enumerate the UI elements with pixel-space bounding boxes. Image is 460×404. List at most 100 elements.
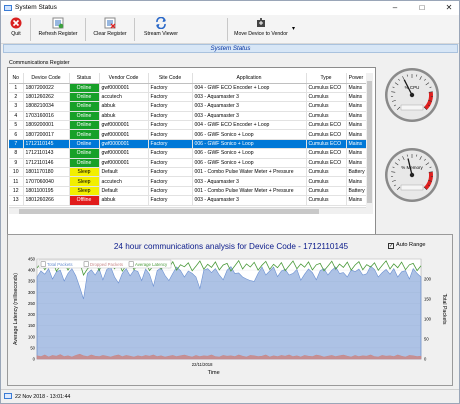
stream-viewer-button[interactable]: Stream Viewer (139, 16, 183, 43)
table-cell-device: 1801170180 (23, 167, 70, 178)
table-cell-device: 1807200022 (23, 83, 70, 93)
y-tick-label-left: 200 (28, 312, 36, 317)
register-body: 1 1807200022 Online gwf0000001 Factory 004 - … (9, 83, 367, 206)
column-header-vendor-code[interactable]: Vendor Code (99, 73, 149, 84)
table-cell-vendor: accutech (99, 176, 149, 187)
toolbar-separator (227, 18, 228, 41)
legend-checkbox[interactable] (40, 261, 46, 267)
table-cell-device: 1703160016 (23, 111, 70, 122)
table-cell-vendor: gwf0000001 (99, 120, 149, 131)
scroll-thumb[interactable] (367, 81, 372, 203)
move-device-icon (257, 18, 265, 27)
quit-button[interactable]: Quit (7, 16, 25, 43)
table-row[interactable]: 8 1712110143 Online gwf0000001 Factory 006 - … (9, 148, 367, 159)
column-header-status[interactable]: Status (69, 73, 100, 84)
table-row[interactable]: 9 1712110146 Online gwf0000001 Factory 006 - … (9, 158, 367, 169)
vertical-scrollbar[interactable] (366, 73, 373, 214)
status-badge: Online (69, 120, 100, 131)
column-header-device-code[interactable]: Device Code (23, 73, 70, 84)
table-row[interactable]: 5 1809200001 Online gwf0000001 Factory 004 - … (9, 120, 367, 131)
move-device-button[interactable]: Move Device to Vendor (230, 16, 292, 43)
table-row[interactable]: 7 1712110145 Online gwf0000001 Factory 006 - … (9, 139, 367, 150)
table-row[interactable]: 4 1703160016 Online abbuk Factory 003 - Aquam… (9, 111, 367, 122)
table-cell-app: 003 - Aquamaster 3 (192, 111, 307, 122)
stream-viewer-label: Stream Viewer (144, 31, 178, 37)
toolbar-separator (134, 18, 135, 41)
table-cell-type: Cumulus ECO (306, 129, 347, 140)
communications-chart: 0 50 100 150 200 250 300 350 400 450 0 50 100 150 200 T… (13, 257, 447, 377)
legend-item: Average Latency (135, 262, 168, 267)
table-cell-vendor: gwf0000001 (99, 148, 149, 159)
y-tick-label-left: 0 (33, 357, 36, 362)
table-cell-device: 1808210034 (23, 101, 70, 112)
table-cell-no: 12 (9, 186, 24, 197)
title-bar: System Status – □ ✕ (1, 1, 459, 15)
table-row[interactable]: 2 1801260262 Online accutech Factory 003 - Aq… (9, 92, 367, 103)
table-cell-type: Cumulus (306, 186, 347, 197)
table-row[interactable]: 3 1808210034 Online abbuk Factory 003 - Aquam… (9, 101, 367, 112)
table-cell-no: 9 (9, 158, 24, 169)
clear-register-button[interactable]: Clear Register (89, 16, 131, 43)
table-row[interactable]: 13 1801260266 Offline abbuk Factory 003 - Aqu… (9, 195, 367, 206)
table-cell-no: 4 (9, 111, 24, 122)
clear-icon (104, 17, 116, 29)
refresh-register-button[interactable]: Refresh Register (34, 16, 82, 43)
status-icon (4, 393, 12, 399)
main-window: System Status – □ ✕ Quit Refresh Registe… (0, 0, 460, 404)
table-cell-app: 004 - GWF ECO Encoder + Loop (192, 83, 307, 93)
table-cell-device: 1807200017 (23, 129, 70, 140)
table-cell-app: 003 - Aquamaster 3 (192, 101, 307, 112)
table-cell-vendor: gwf0000001 (99, 83, 149, 93)
register-label: Communications Register (9, 60, 70, 66)
minimize-button[interactable]: – (386, 1, 404, 15)
legend-item: Total Packets (47, 262, 73, 267)
maximize-button[interactable]: □ (413, 1, 431, 15)
legend-checkbox[interactable] (83, 261, 89, 267)
y-tick-label-left: 250 (28, 301, 36, 306)
table-cell-app: 001 - Combo Pulse Water Meter + Pressure (192, 186, 307, 197)
horizontal-scrollbar[interactable] (9, 207, 366, 214)
move-device-dropdown-icon[interactable]: ▾ (292, 25, 295, 32)
table-cell-vendor: accutech (99, 92, 149, 103)
table-cell-no: 5 (9, 120, 24, 131)
status-badge: Offline (69, 195, 100, 206)
column-header-no[interactable]: No (9, 73, 24, 84)
column-header-power[interactable]: Power (346, 73, 367, 84)
y-tick-label-right: 100 (424, 317, 432, 322)
status-bar: 22 Nov 2018 - 13:01:44 (1, 389, 459, 403)
column-header-type[interactable]: Type (306, 73, 347, 84)
series-area-0 (36, 265, 422, 360)
gauge-readout (400, 184, 424, 191)
close-window-button[interactable]: ✕ (440, 1, 458, 15)
table-cell-no: 8 (9, 148, 24, 159)
legend-item: Dropped Packets (90, 262, 123, 267)
table-row[interactable]: 1 1807200022 Online gwf0000001 Factory 004 - … (9, 83, 367, 93)
column-header-application[interactable]: Application (192, 73, 307, 84)
scroll-thumb[interactable] (19, 209, 319, 214)
auto-range-check-icon[interactable]: ✓ (388, 243, 394, 249)
column-header-site-code[interactable]: Site Code (148, 73, 193, 84)
table-cell-no: 1 (9, 83, 24, 93)
y-tick-label-right: 50 (424, 337, 429, 342)
gauge-label: % Memory (401, 165, 423, 170)
table-cell-app: 001 - Combo Pulse Water Meter + Pressure (192, 167, 307, 178)
refresh-register-label: Refresh Register (38, 31, 78, 37)
table-cell-device: 1712110145 (23, 139, 70, 150)
table-cell-type: Cumulus ECO (306, 148, 347, 159)
legend-checkbox[interactable] (128, 261, 134, 267)
table-cell-app: 003 - Aquamaster 3 (192, 176, 307, 187)
table-cell-device: 1809200001 (23, 120, 70, 131)
table-cell-app: 006 - GWF Sonico + Loop (192, 158, 307, 169)
table-row[interactable]: 12 1801100195 Sleep Default Factory 001 - Com… (9, 186, 367, 197)
table-cell-site: Factory (148, 111, 193, 122)
table-row[interactable]: 6 1807200017 Online gwf0000001 Factory 006 - … (9, 129, 367, 140)
table-row[interactable]: 10 1801170180 Sleep Default Factory 001 - Com… (9, 167, 367, 178)
auto-range-checkbox[interactable]: ✓ Auto Range (388, 242, 426, 249)
table-cell-site: Factory (148, 167, 193, 178)
table-cell-power: Battery (346, 167, 367, 178)
register-table: No Device Code Status Vendor Code Site Code A… (9, 73, 367, 206)
table-cell-site: Factory (148, 158, 193, 169)
table-row[interactable]: 11 1707060040 Sleep accutech Factory 003 - Aq… (9, 176, 367, 187)
table-cell-vendor: abbuk (99, 195, 149, 206)
y-tick-label-right: 0 (424, 357, 427, 362)
